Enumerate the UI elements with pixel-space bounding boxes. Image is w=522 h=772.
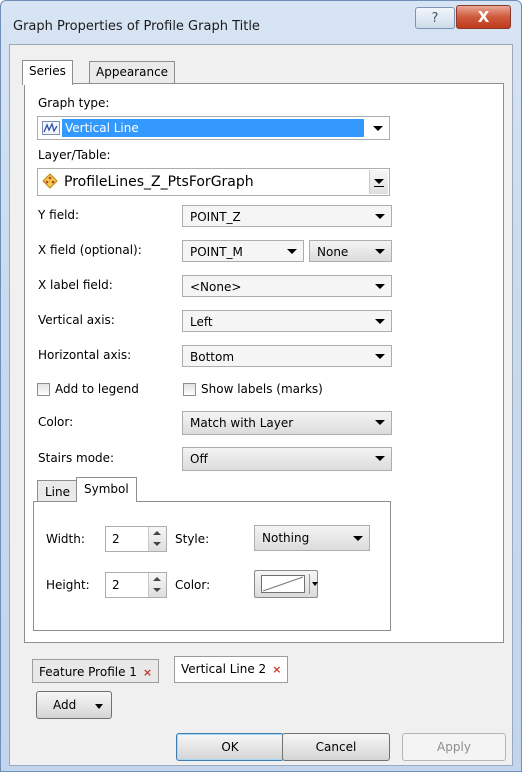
help-icon: ? bbox=[431, 10, 439, 26]
help-button[interactable]: ? bbox=[415, 7, 455, 29]
x-field-label: X field (optional): bbox=[38, 243, 142, 257]
chevron-down-icon bbox=[375, 319, 385, 324]
graph-type-dropdown[interactable]: Vertical Line bbox=[37, 116, 390, 140]
stairs-mode-label: Stairs mode: bbox=[38, 451, 115, 465]
show-labels-checkbox[interactable] bbox=[183, 383, 196, 396]
x-field-dropdown[interactable]: POINT_M bbox=[182, 240, 304, 262]
spin-down-icon[interactable] bbox=[153, 542, 161, 546]
width-stepper[interactable]: 2 bbox=[105, 526, 167, 552]
close-icon: X bbox=[477, 8, 490, 26]
chevron-down-icon bbox=[375, 249, 385, 254]
close-button[interactable]: X bbox=[456, 5, 511, 29]
x-label-field-label: X label field: bbox=[38, 278, 113, 292]
color-label: Color: bbox=[38, 415, 74, 429]
chevron-down-icon bbox=[373, 126, 383, 131]
symbol-style-dropdown[interactable]: Nothing bbox=[254, 525, 370, 551]
series-tab-feature-profile[interactable]: Feature Profile 1 × bbox=[32, 659, 160, 683]
y-field-dropdown[interactable]: POINT_Z bbox=[182, 205, 392, 227]
series-tab-label: Vertical Line 2 bbox=[181, 662, 267, 676]
stairs-mode-dropdown[interactable]: Off bbox=[182, 447, 392, 471]
tab-series[interactable]: Series bbox=[22, 60, 73, 85]
layer-table-value: ProfileLines_Z_PtsForGraph bbox=[64, 174, 254, 190]
series-tab-vertical-line[interactable]: Vertical Line 2 × bbox=[174, 656, 289, 683]
symbol-panel: Width: 2 Height: 2 Style: Nothing Color: bbox=[33, 501, 391, 631]
horizontal-axis-dropdown[interactable]: Bottom bbox=[182, 345, 392, 367]
vertical-line-graph-icon bbox=[42, 121, 60, 135]
add-to-legend-checkbox[interactable] bbox=[37, 383, 50, 396]
add-to-legend-label[interactable]: Add to legend bbox=[55, 382, 139, 396]
dropdown-button[interactable] bbox=[369, 170, 388, 194]
chevron-down-icon bbox=[353, 536, 363, 541]
x-label-field-dropdown[interactable]: <None> bbox=[182, 275, 392, 297]
style-label: Style: bbox=[175, 532, 210, 546]
symbol-color-label: Color: bbox=[175, 578, 211, 592]
horizontal-axis-value: Bottom bbox=[190, 350, 235, 364]
chevron-down-icon bbox=[375, 456, 385, 461]
chevron-down-icon bbox=[374, 179, 384, 184]
add-button-label: Add bbox=[53, 698, 77, 712]
symbol-style-value: Nothing bbox=[262, 531, 310, 545]
window-title: Graph Properties of Profile Graph Title bbox=[13, 19, 260, 34]
vertical-axis-dropdown[interactable]: Left bbox=[182, 310, 392, 332]
close-tab-icon[interactable]: × bbox=[143, 666, 152, 679]
horizontal-axis-label: Horizontal axis: bbox=[38, 348, 132, 362]
spin-down-icon[interactable] bbox=[153, 588, 161, 592]
chevron-down-icon bbox=[287, 249, 297, 254]
add-series-button[interactable]: Add bbox=[36, 691, 112, 719]
height-label: Height: bbox=[46, 578, 90, 592]
chevron-down-icon bbox=[375, 284, 385, 289]
spin-up-icon[interactable] bbox=[153, 577, 161, 581]
dialog-client-area: Series Appearance Graph type: Vertical L… bbox=[9, 44, 513, 766]
spin-up-icon[interactable] bbox=[153, 531, 161, 535]
series-panel: Graph type: Vertical Line Layer/Table: P… bbox=[24, 83, 504, 643]
graph-type-value: Vertical Line bbox=[62, 119, 364, 137]
chevron-down-icon bbox=[375, 420, 385, 425]
x-sort-dropdown[interactable]: None bbox=[309, 240, 392, 262]
title-bar: Graph Properties of Profile Graph Title … bbox=[1, 1, 521, 45]
width-value: 2 bbox=[112, 532, 120, 546]
tab-appearance[interactable]: Appearance bbox=[89, 61, 176, 83]
x-field-value: POINT_M bbox=[190, 245, 243, 259]
height-value: 2 bbox=[112, 578, 120, 592]
chevron-down-icon bbox=[375, 214, 385, 219]
apply-button[interactable]: Apply bbox=[402, 733, 506, 761]
tab-line[interactable]: Line bbox=[37, 480, 79, 502]
chevron-down-icon bbox=[95, 704, 103, 709]
tab-symbol[interactable]: Symbol bbox=[76, 477, 137, 502]
series-tab-label: Feature Profile 1 bbox=[39, 665, 137, 679]
vertical-axis-label: Vertical axis: bbox=[38, 313, 115, 327]
x-label-field-value: <None> bbox=[190, 280, 242, 294]
x-sort-value: None bbox=[317, 245, 349, 259]
y-field-label: Y field: bbox=[38, 208, 80, 222]
layer-table-dropdown[interactable]: ProfileLines_Z_PtsForGraph bbox=[37, 168, 390, 196]
cancel-button[interactable]: Cancel bbox=[282, 733, 390, 761]
close-tab-icon[interactable]: × bbox=[272, 663, 281, 676]
stairs-mode-value: Off bbox=[190, 452, 208, 466]
width-label: Width: bbox=[46, 532, 85, 546]
graph-type-label: Graph type: bbox=[38, 96, 110, 110]
height-stepper[interactable]: 2 bbox=[105, 572, 167, 598]
dialog-window: Graph Properties of Profile Graph Title … bbox=[0, 0, 522, 772]
y-field-value: POINT_Z bbox=[190, 210, 241, 224]
layer-table-label: Layer/Table: bbox=[38, 148, 111, 162]
color-dropdown[interactable]: Match with Layer bbox=[182, 411, 392, 435]
layer-icon bbox=[42, 173, 58, 192]
color-value: Match with Layer bbox=[190, 416, 294, 430]
ok-button[interactable]: OK bbox=[176, 733, 284, 761]
show-labels-label[interactable]: Show labels (marks) bbox=[201, 382, 323, 396]
symbol-color-button[interactable] bbox=[254, 570, 318, 598]
color-swatch bbox=[261, 575, 305, 593]
vertical-axis-value: Left bbox=[190, 315, 213, 329]
chevron-down-icon bbox=[375, 354, 385, 359]
chevron-down-icon bbox=[312, 582, 318, 586]
